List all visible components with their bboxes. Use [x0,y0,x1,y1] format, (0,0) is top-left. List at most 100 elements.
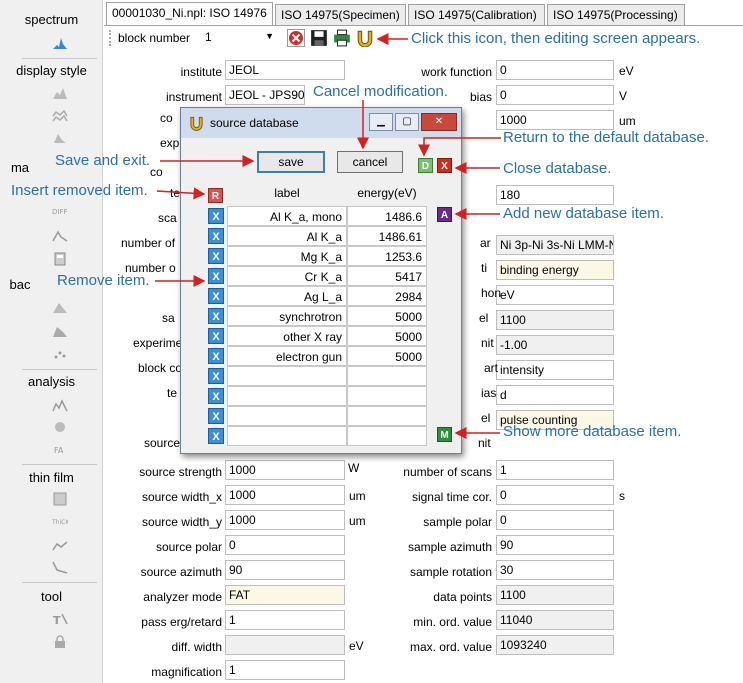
field-input[interactable]: 1100 [496,310,614,330]
maximize-button[interactable]: ▢ [395,113,419,131]
more-items-button[interactable]: M [437,427,452,442]
save-file-button[interactable] [310,29,328,47]
fa-icon[interactable]: FA [52,442,68,456]
field-input[interactable]: binding energy [496,260,614,280]
source-label-cell[interactable]: Al K_a, mono [227,206,347,226]
remove-item-button[interactable]: X [208,328,224,344]
field-input[interactable]: 1000 [225,485,345,505]
lock-icon[interactable] [52,635,68,649]
remove-item-button[interactable]: X [208,248,224,264]
source-energy-cell[interactable]: 5000 [347,346,427,366]
source-energy-cell[interactable]: 2984 [347,286,427,306]
source-energy-cell[interactable]: 5417 [347,266,427,286]
field-input[interactable]: 0 [225,535,345,555]
remove-item-button[interactable]: X [208,348,224,364]
field-input[interactable]: 0 [496,510,614,530]
field-input[interactable]: 11040 [496,610,614,630]
field-input[interactable]: JEOL [225,60,345,80]
source-label-cell[interactable] [227,386,347,406]
spectrum-icon[interactable] [52,36,68,50]
analysis-chart-icon[interactable] [52,398,68,412]
block-number-select[interactable]: 1 ▼ [202,28,278,48]
source-energy-cell[interactable] [347,406,427,426]
field-input[interactable]: 1000 [496,110,614,130]
source-energy-cell[interactable]: 5000 [347,306,427,326]
source-energy-cell[interactable]: 1486.6 [347,206,427,226]
field-input[interactable]: 180 [496,185,614,205]
field-input[interactable]: 90 [225,560,345,580]
remove-item-button[interactable]: X [208,368,224,384]
field-input[interactable]: Ni 3p-Ni 3s-Ni LMM-N [496,235,614,255]
field-input[interactable]: 1 [225,610,345,630]
source-label-cell[interactable] [227,366,347,386]
field-input[interactable]: 1 [496,460,614,480]
field-input[interactable]: 0 [496,60,614,80]
remove-item-button[interactable]: X [208,408,224,424]
cancel-button[interactable]: cancel [337,151,403,173]
remove-item-button[interactable]: X [208,428,224,444]
depth-profile-icon[interactable] [52,538,68,552]
tool-text-icon[interactable]: T [52,612,68,626]
remove-item-button[interactable]: X [208,308,224,324]
save-button[interactable]: save [257,151,325,173]
source-label-cell[interactable] [227,406,347,426]
source-label-cell[interactable]: Mg K_a [227,246,347,266]
field-input[interactable]: intensity [496,360,614,380]
remove-item-button[interactable]: X [208,288,224,304]
source-energy-cell[interactable]: 1253.6 [347,246,427,266]
field-input[interactable] [225,635,345,655]
scatter-icon[interactable] [52,347,68,361]
field-input[interactable]: 1 [225,660,345,680]
field-input[interactable]: eV [496,285,614,305]
field-input[interactable]: d [496,385,614,405]
field-input[interactable]: 1000 [225,510,345,530]
source-label-cell[interactable]: Al K_a [227,226,347,246]
attenuation-icon[interactable] [52,560,68,574]
field-input[interactable]: 90 [496,535,614,555]
sidebar-section-bac[interactable]: bac [0,277,40,292]
overlay-style-icon[interactable] [52,108,68,122]
source-label-cell[interactable]: Cr K_a [227,266,347,286]
peak-icon[interactable] [52,228,68,242]
dialog-title-bar[interactable]: source database ▁ ▢ ✕ [181,108,461,138]
source-energy-cell[interactable] [347,426,427,446]
tab-iso-14976[interactable]: 00001030_Ni.npl: ISO 14976 [106,2,273,25]
field-input[interactable]: JEOL - JPS90 [225,85,305,105]
remove-item-button[interactable]: X [208,208,224,224]
sidebar-section-display-style[interactable]: display style [0,63,103,78]
field-input[interactable]: FAT [225,585,345,605]
remove-item-button[interactable]: X [208,388,224,404]
close-database-button[interactable]: X [437,158,452,173]
remove-item-button[interactable]: X [208,268,224,284]
line-style-icon[interactable] [52,86,68,100]
sidebar-section-ma[interactable]: ma [0,160,40,175]
delete-block-button[interactable] [287,29,305,47]
sidebar-section-thin-film[interactable]: thin film [0,470,103,485]
minimize-button[interactable]: ▁ [369,113,393,131]
field-input[interactable]: -1.00 [496,335,614,355]
field-input[interactable]: 0 [496,85,614,105]
source-label-cell[interactable]: Ag L_a [227,286,347,306]
layer-icon[interactable] [52,492,68,506]
source-label-cell[interactable]: synchrotron [227,306,347,326]
field-input[interactable]: 1100 [496,585,614,605]
source-label-cell[interactable]: other X ray [227,326,347,346]
component-icon[interactable] [52,420,68,434]
close-window-button[interactable]: ✕ [421,113,457,131]
source-energy-cell[interactable] [347,366,427,386]
background-icon[interactable] [52,300,68,314]
calculator-icon[interactable] [52,252,68,266]
print-button[interactable] [333,29,351,47]
field-input[interactable]: 30 [496,560,614,580]
remove-item-button[interactable]: X [208,228,224,244]
sidebar-section-analysis[interactable]: analysis [0,374,103,389]
default-database-button[interactable]: D [418,158,433,173]
source-energy-cell[interactable]: 1486.61 [347,226,427,246]
tab-processing[interactable]: ISO 14975(Processing) [547,4,685,25]
source-database-button[interactable] [356,29,374,48]
source-label-cell[interactable]: electron gun [227,346,347,366]
stack-style-icon[interactable] [52,130,68,144]
sidebar-section-tool[interactable]: tool [0,589,103,604]
field-input[interactable]: 1000 [225,460,345,480]
thickness-icon[interactable]: ThiCK [52,514,68,528]
